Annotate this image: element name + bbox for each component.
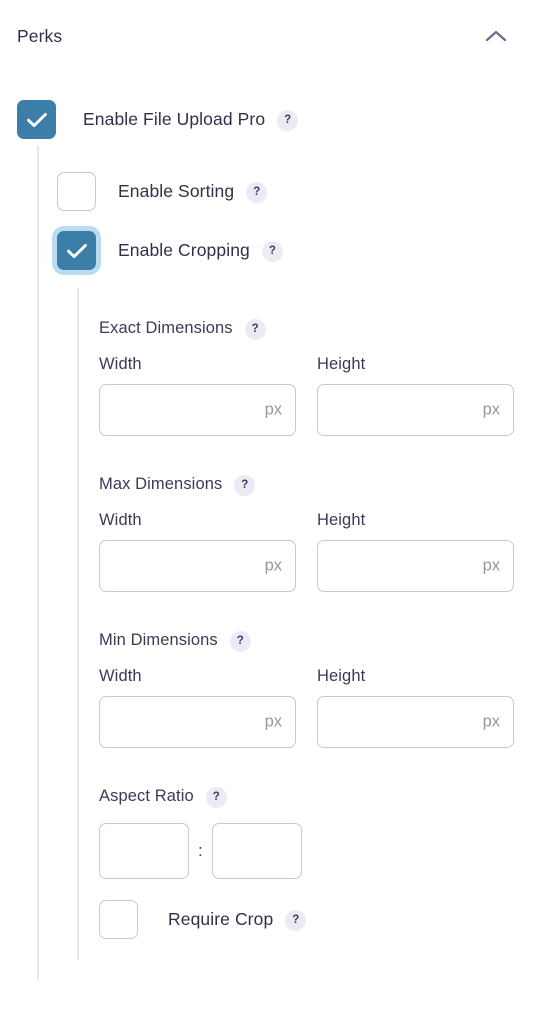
input-wrap-exact-width: px <box>99 384 296 436</box>
field-max-width: Width px <box>99 511 296 592</box>
toggle-row-require-crop[interactable]: Require Crop ? <box>99 900 307 939</box>
field-label-min-width: Width <box>99 667 142 685</box>
group-title-aspect-ratio: Aspect Ratio ? <box>99 786 302 808</box>
help-icon-min-dimensions[interactable]: ? <box>229 631 251 652</box>
nesting-guide-inner <box>77 288 79 960</box>
group-title-text: Min Dimensions <box>99 631 218 649</box>
group-aspect-ratio: Aspect Ratio ? : <box>99 786 302 879</box>
input-wrap-min-width: px <box>99 696 296 748</box>
input-aspect-ratio-first[interactable] <box>99 823 189 879</box>
input-wrap-min-height: px <box>317 696 514 748</box>
input-wrap-exact-height: px <box>317 384 514 436</box>
help-icon-file-upload-pro[interactable]: ? <box>277 110 299 131</box>
group-title-min-dimensions: Min Dimensions ? <box>99 630 514 652</box>
help-icon-exact-dimensions[interactable]: ? <box>244 319 266 340</box>
field-label-exact-width: Width <box>99 355 142 373</box>
field-exact-width: Width px <box>99 355 296 436</box>
input-exact-width[interactable] <box>99 384 296 436</box>
field-label-max-width: Width <box>99 511 142 529</box>
field-exact-height: Height px <box>317 355 514 436</box>
group-min-dimensions: Min Dimensions ? Width px Height px <box>99 630 514 753</box>
group-title-text: Max Dimensions <box>99 475 223 493</box>
group-max-dimensions: Max Dimensions ? Width px Height px <box>99 474 514 597</box>
input-min-height[interactable] <box>317 696 514 748</box>
panel-header: Perks <box>0 0 533 72</box>
help-icon-sorting[interactable]: ? <box>246 182 268 203</box>
field-pair-max: Width px Height px <box>99 511 514 597</box>
field-min-width: Width px <box>99 667 296 748</box>
input-max-width[interactable] <box>99 540 296 592</box>
checkbox-cropping[interactable] <box>57 231 96 270</box>
toggle-label-sorting: Enable Sorting <box>118 181 235 201</box>
help-icon-max-dimensions[interactable]: ? <box>234 475 256 496</box>
help-icon-require-crop[interactable]: ? <box>285 910 307 931</box>
chevron-up-icon <box>485 29 507 43</box>
toggle-label-cropping: Enable Cropping <box>118 240 250 260</box>
checkbox-require-crop[interactable] <box>99 900 138 939</box>
input-aspect-ratio-second[interactable] <box>211 823 302 879</box>
field-max-height: Height px <box>317 511 514 592</box>
group-title-max-dimensions: Max Dimensions ? <box>99 474 514 496</box>
input-wrap-max-height: px <box>317 540 514 592</box>
field-label-min-height: Height <box>317 667 366 685</box>
input-max-height[interactable] <box>317 540 514 592</box>
page-title: Perks <box>17 25 63 46</box>
toggle-row-cropping[interactable]: Enable Cropping ? <box>57 231 283 270</box>
checkbox-file-upload-pro[interactable] <box>17 100 56 139</box>
toggle-label-require-crop: Require Crop <box>168 909 274 929</box>
input-min-width[interactable] <box>99 696 296 748</box>
field-label-exact-height: Height <box>317 355 366 373</box>
help-icon-cropping[interactable]: ? <box>261 241 283 262</box>
toggle-row-sorting[interactable]: Enable Sorting ? <box>57 172 268 211</box>
group-title-text: Aspect Ratio <box>99 787 194 805</box>
toggle-row-file-upload-pro[interactable]: Enable File Upload Pro ? <box>17 100 299 139</box>
field-label-max-height: Height <box>317 511 366 529</box>
input-wrap-max-width: px <box>99 540 296 592</box>
aspect-ratio-separator: : <box>198 841 203 860</box>
input-exact-height[interactable] <box>317 384 514 436</box>
collapse-section-button[interactable] <box>481 21 511 51</box>
checkbox-sorting[interactable] <box>57 172 96 211</box>
field-min-height: Height px <box>317 667 514 748</box>
perks-panel: Perks Enable File Upload Pro ? Enable So… <box>0 0 533 1024</box>
field-pair-exact: Width px Height px <box>99 355 514 441</box>
nesting-guide-outer <box>37 146 39 980</box>
help-icon-aspect-ratio[interactable]: ? <box>205 787 227 808</box>
group-title-exact-dimensions: Exact Dimensions ? <box>99 318 514 340</box>
aspect-ratio-row: : <box>99 823 302 879</box>
group-exact-dimensions: Exact Dimensions ? Width px Height px <box>99 318 514 441</box>
toggle-label-file-upload-pro: Enable File Upload Pro <box>83 109 266 129</box>
group-title-text: Exact Dimensions <box>99 319 233 337</box>
field-pair-min: Width px Height px <box>99 667 514 753</box>
